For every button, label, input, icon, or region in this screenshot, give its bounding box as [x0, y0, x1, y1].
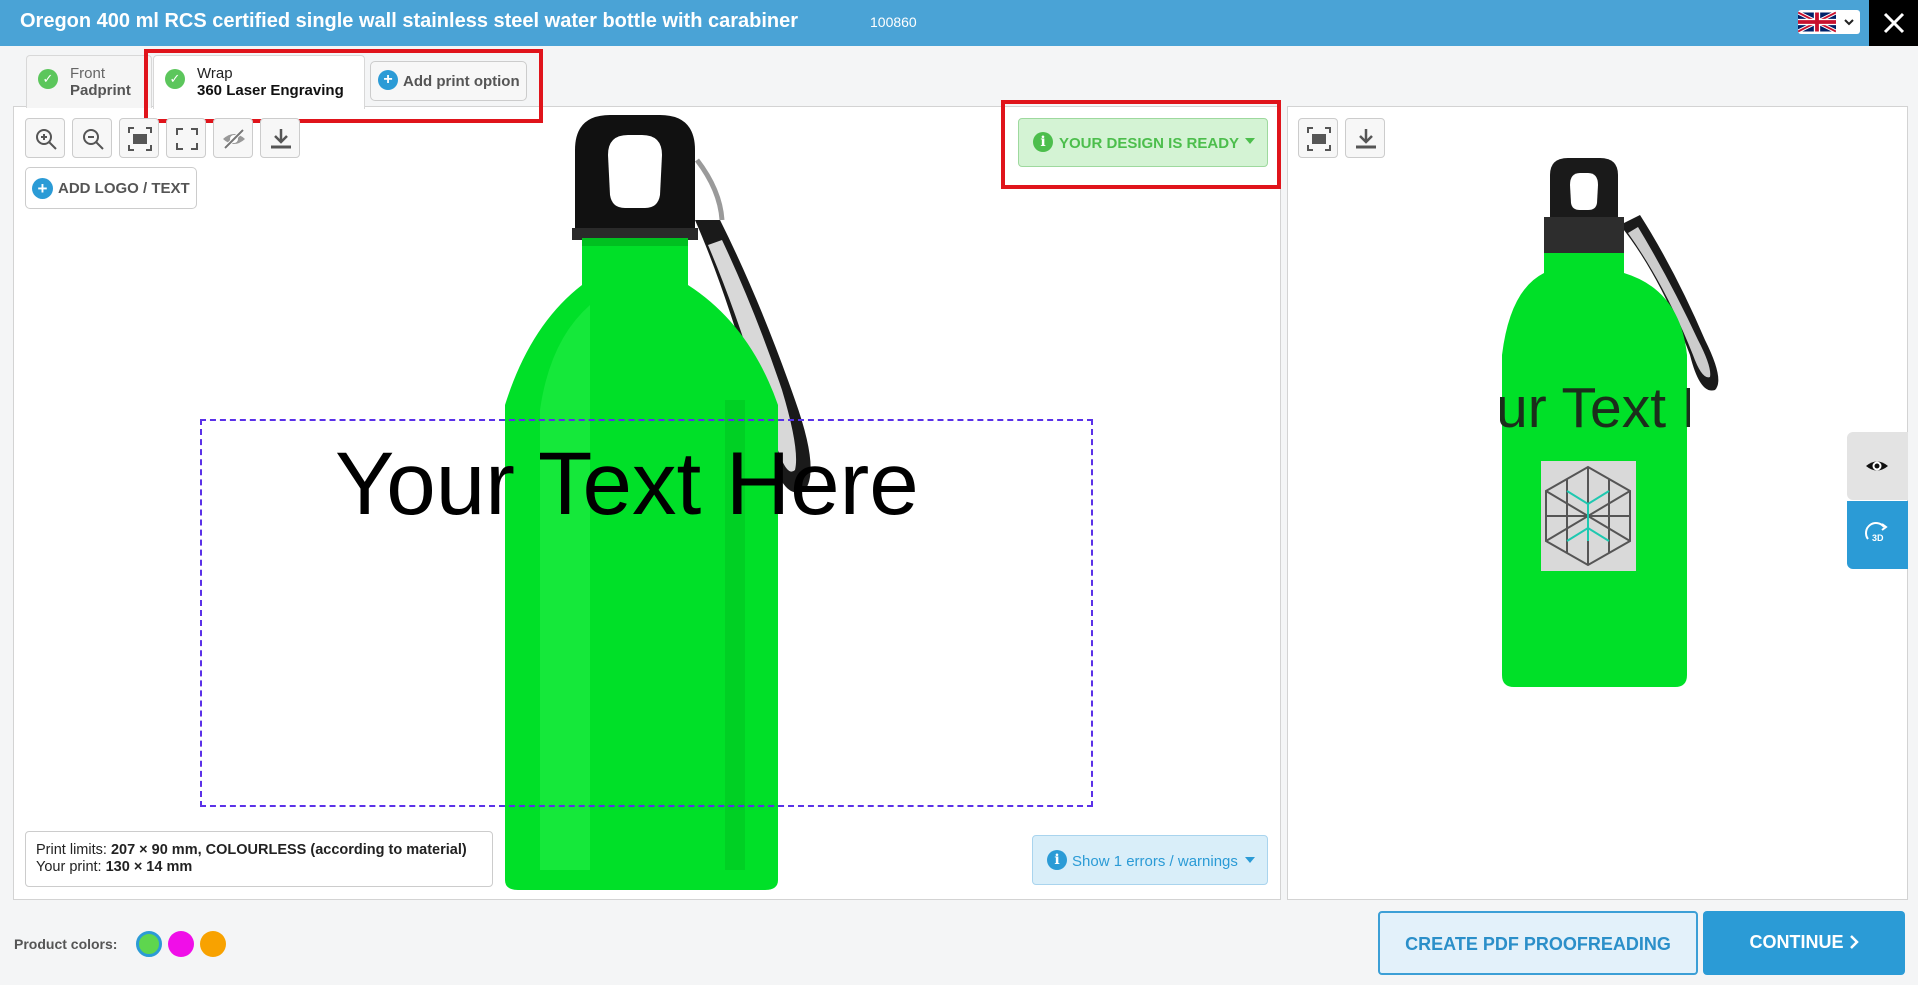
- 3d-view-button[interactable]: 3D: [1847, 501, 1908, 569]
- zoom-in-button[interactable]: [25, 118, 65, 158]
- close-icon: [1883, 12, 1905, 34]
- check-icon: ✓: [38, 69, 58, 89]
- add-logo-text-label: ADD LOGO / TEXT: [58, 180, 190, 197]
- preview-download-button[interactable]: [1345, 118, 1385, 158]
- tab-technique-label: Padprint: [70, 82, 131, 99]
- tab-position-label: Front: [70, 65, 106, 82]
- continue-text: CONTINUE: [1749, 932, 1844, 952]
- header-bar: Oregon 400 ml RCS certified single wall …: [0, 0, 1918, 46]
- your-print-line: Your print: 130 × 14 mm: [36, 859, 192, 875]
- fullscreen-button[interactable]: [166, 118, 206, 158]
- highlight-box: [1001, 100, 1281, 189]
- download-icon: [1356, 129, 1376, 149]
- toggle-preview-button[interactable]: [1847, 432, 1908, 500]
- add-logo-text-button[interactable]: + ADD LOGO / TEXT: [25, 167, 197, 209]
- your-print-value: 130 × 14 mm: [105, 859, 193, 875]
- continue-label: CONTINUE: [1703, 932, 1905, 953]
- color-swatch-magenta[interactable]: [168, 931, 194, 957]
- print-limits-label: Print limits:: [36, 842, 107, 858]
- download-icon: [271, 129, 291, 149]
- color-swatch-orange[interactable]: [200, 931, 226, 957]
- warnings-dropdown[interactable]: i Show 1 errors / warnings: [1032, 835, 1268, 885]
- close-button[interactable]: [1869, 0, 1918, 46]
- download-button[interactable]: [260, 118, 300, 158]
- product-code: 100860: [870, 14, 917, 30]
- chevron-down-icon: [1844, 19, 1854, 26]
- color-swatch-green[interactable]: [136, 931, 162, 957]
- 3d-rotate-icon: 3D: [1865, 522, 1888, 543]
- warnings-label: Show 1 errors / warnings: [1072, 853, 1238, 870]
- design-text[interactable]: Your Text Here: [335, 432, 919, 535]
- product-title: Oregon 400 ml RCS certified single wall …: [20, 10, 799, 32]
- create-pdf-proofreading-button[interactable]: CREATE PDF PROOFREADING: [1378, 911, 1698, 975]
- caret-down-icon: [1245, 857, 1255, 863]
- info-icon: i: [1047, 850, 1067, 870]
- language-selector[interactable]: [1798, 10, 1860, 34]
- fit-icon: [1307, 127, 1331, 151]
- plus-icon: +: [32, 178, 53, 199]
- preview-text: ur Text He: [1500, 376, 1690, 440]
- zoom-in-icon: [36, 129, 57, 150]
- toggle-visibility-button[interactable]: [213, 118, 253, 158]
- uk-flag-icon: [1798, 10, 1836, 34]
- your-print-label: Your print:: [36, 859, 102, 875]
- continue-button[interactable]: CONTINUE: [1703, 911, 1905, 975]
- fit-icon: [128, 127, 152, 151]
- create-pdf-label: CREATE PDF PROOFREADING: [1405, 934, 1671, 954]
- zoom-out-icon: [83, 129, 104, 150]
- print-limits-line: Print limits: 207 × 90 mm, COLOURLESS (a…: [36, 842, 467, 858]
- fit-to-screen-button[interactable]: [119, 118, 159, 158]
- chevron-right-icon: [1849, 935, 1859, 949]
- fullscreen-icon: [176, 128, 198, 150]
- zoom-out-button[interactable]: [72, 118, 112, 158]
- product-colors-label: Product colors:: [14, 936, 118, 952]
- print-limits-info: Print limits: 207 × 90 mm, COLOURLESS (a…: [25, 831, 493, 887]
- 3d-label: 3D: [1872, 533, 1884, 543]
- eye-icon: [1866, 461, 1888, 471]
- print-limits-value: 207 × 90 mm, COLOURLESS (according to ma…: [110, 842, 467, 858]
- hide-icon: [223, 128, 245, 150]
- tab-front-padprint[interactable]: ✓ Front Padprint: [26, 55, 152, 108]
- preview-fit-button[interactable]: [1298, 118, 1338, 158]
